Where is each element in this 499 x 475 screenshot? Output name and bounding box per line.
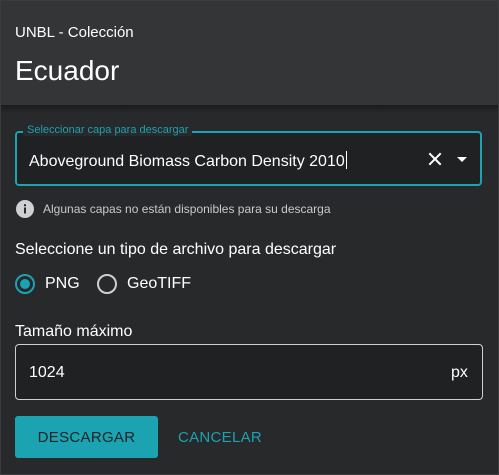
max-size-unit: px xyxy=(451,364,468,381)
download-button[interactable]: DESCARGAR xyxy=(15,416,158,458)
dialog-header: UNBL - Colección Ecuador xyxy=(1,1,498,105)
close-icon[interactable] xyxy=(427,151,443,167)
info-message: Algunas capas no están disponibles para … xyxy=(43,202,331,216)
caret-down-icon[interactable] xyxy=(456,156,468,164)
layer-select-value[interactable]: Aboveground Biomass Carbon Density 2010 xyxy=(29,151,347,171)
max-size-input[interactable] xyxy=(15,344,483,400)
radio-checked-icon[interactable] xyxy=(15,274,35,294)
header-shadow xyxy=(1,105,498,113)
info-icon xyxy=(16,200,34,218)
text-cursor xyxy=(345,151,347,169)
radio-geotiff-label: GeoTIFF xyxy=(127,275,192,292)
file-type-label: Seleccione un tipo de archivo para desca… xyxy=(15,241,337,258)
max-size-value[interactable]: 1024 xyxy=(29,364,65,382)
download-dialog: UNBL - Colección Ecuador Seleccionar cap… xyxy=(0,0,499,475)
radio-png-label: PNG xyxy=(45,275,80,292)
radio-png[interactable]: PNG xyxy=(15,274,80,294)
collection-subtitle: UNBL - Colección xyxy=(15,24,134,41)
max-size-label: Tamaño máximo xyxy=(15,323,133,340)
radio-unchecked-icon[interactable] xyxy=(97,274,117,294)
radio-geotiff[interactable]: GeoTIFF xyxy=(97,274,191,294)
cancel-button[interactable]: CANCELAR xyxy=(169,416,271,458)
dialog-title: Ecuador xyxy=(15,55,120,86)
layer-select-label: Seleccionar capa para descargar xyxy=(23,124,193,136)
